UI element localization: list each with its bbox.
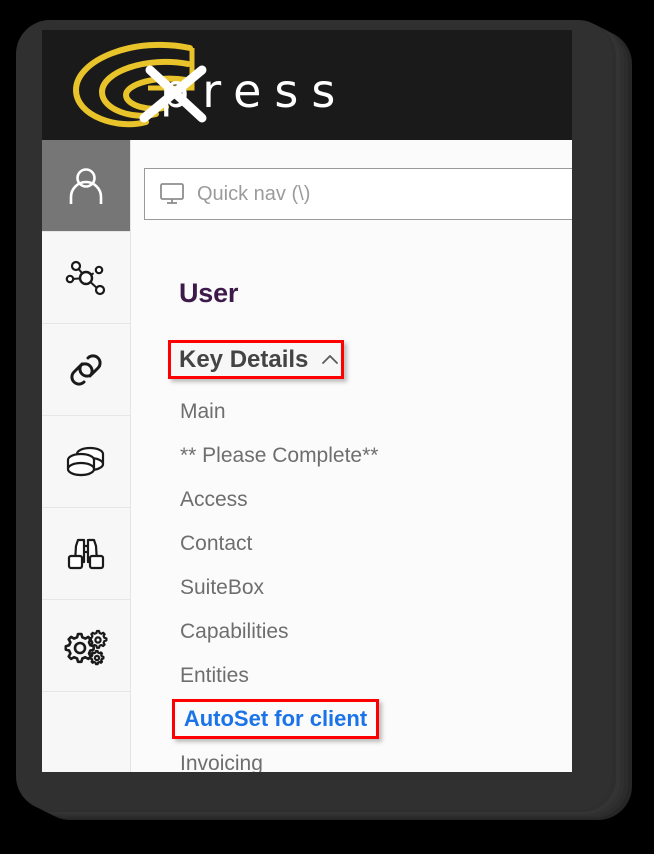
gears-icon xyxy=(64,629,108,665)
sidebar-item-user[interactable] xyxy=(42,140,130,232)
nav-item-please-complete[interactable]: ** Please Complete** xyxy=(131,434,572,478)
autoset-annotation-box: AutoSet for client xyxy=(172,699,379,739)
network-nodes-icon xyxy=(65,260,106,295)
nav-item-label: Access xyxy=(180,488,248,511)
chevron-up-icon[interactable] xyxy=(320,353,340,367)
nav-item-label: Contact xyxy=(180,532,253,555)
brand-logo: press xyxy=(60,34,490,138)
search-icon[interactable] xyxy=(569,179,572,209)
brand-header: press xyxy=(42,30,572,140)
app-screen: press Quick nav (\) User Key Details Mai… xyxy=(42,30,572,772)
page-title: User xyxy=(179,278,239,308)
nav-item-label: Entities xyxy=(180,664,249,687)
sidebar-item-search-wide[interactable] xyxy=(42,508,130,600)
nav-item-capabilities[interactable]: Capabilities xyxy=(131,610,572,654)
binoculars-icon xyxy=(67,538,105,569)
nav-item-label: Main xyxy=(180,400,226,423)
nav-item-label: Invoicing xyxy=(180,752,263,772)
nav-item-suitebox[interactable]: SuiteBox xyxy=(131,566,572,610)
nav-item-label: AutoSet for client xyxy=(183,706,368,731)
section-header-label: Key Details xyxy=(179,345,309,373)
brand-wordmark: press xyxy=(160,64,349,118)
icon-rail xyxy=(42,140,130,772)
key-details-section-header[interactable]: Key Details xyxy=(168,340,344,379)
person-icon xyxy=(69,167,103,204)
search-input[interactable]: Quick nav (\) xyxy=(144,168,572,220)
nav-item-label: SuiteBox xyxy=(180,576,265,599)
sidebar-item-links[interactable] xyxy=(42,324,130,416)
nav-item-invoicing[interactable]: Invoicing xyxy=(131,742,572,772)
nav-item-autoset-for-client[interactable]: AutoSet for client xyxy=(131,698,572,742)
nav-item-label: Capabilities xyxy=(180,620,289,643)
key-details-nav-list: Main ** Please Complete** Access Contact… xyxy=(131,390,572,772)
content-panel: Quick nav (\) User Key Details Main ** P… xyxy=(130,140,572,772)
nav-item-access[interactable]: Access xyxy=(131,478,572,522)
chain-link-icon xyxy=(70,353,102,386)
nav-item-main[interactable]: Main xyxy=(131,390,572,434)
app-body: Quick nav (\) User Key Details Main ** P… xyxy=(42,140,572,772)
monitor-icon xyxy=(160,183,184,204)
search-placeholder-text: Quick nav (\) xyxy=(197,182,311,205)
nav-item-label: ** Please Complete** xyxy=(180,444,379,467)
nav-item-entities[interactable]: Entities xyxy=(131,654,572,698)
sidebar-item-network[interactable] xyxy=(42,232,130,324)
coins-stack-icon xyxy=(66,446,105,476)
sidebar-item-settings[interactable] xyxy=(42,600,130,692)
sidebar-item-finance[interactable] xyxy=(42,416,130,508)
nav-item-contact[interactable]: Contact xyxy=(131,522,572,566)
